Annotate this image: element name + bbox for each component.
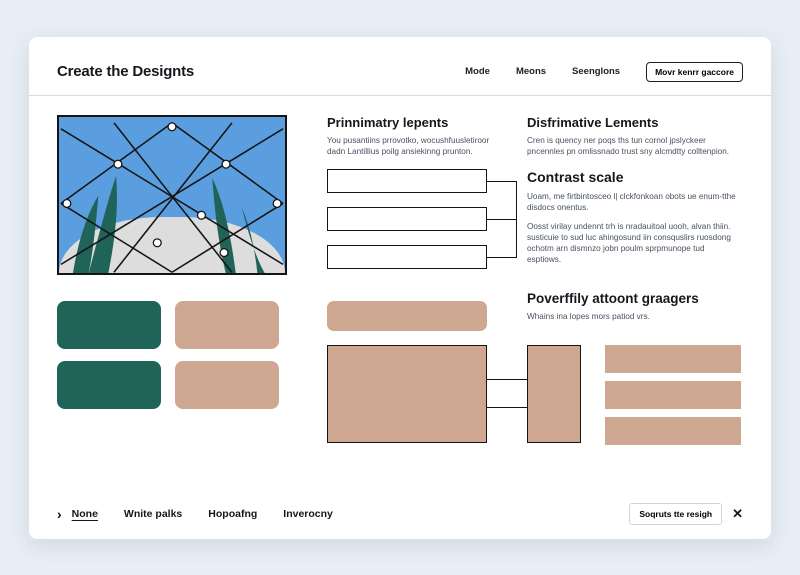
section-text-powerfly: Whains ina lopes mors patiod vrs. xyxy=(527,311,739,322)
hero-overlay-svg xyxy=(59,117,285,274)
right-bar-2[interactable] xyxy=(605,381,741,409)
connector-line xyxy=(487,407,527,409)
footer-action-button[interactable]: Soqruts tte resigh xyxy=(629,503,722,525)
input-field-3[interactable] xyxy=(327,245,487,269)
connector-line xyxy=(487,379,527,381)
tab-white-paths[interactable]: Wnite palks xyxy=(124,508,182,520)
nav-means[interactable]: Meons xyxy=(516,66,546,77)
section-text-disfirmative: Cren is quency ner poqs ths tun cornol j… xyxy=(527,135,739,157)
close-icon[interactable]: ✕ xyxy=(732,506,743,522)
nav-sengions[interactable]: Seenglons xyxy=(572,66,620,77)
chevron-right-icon[interactable]: › xyxy=(57,506,62,522)
page-title: Create the Designts xyxy=(57,63,194,80)
connector-line xyxy=(487,219,517,221)
nav-mode[interactable]: Mode xyxy=(465,66,490,77)
section-heading-powerfly: Poverffily attoont graagers xyxy=(527,291,699,306)
tab-hoposting[interactable]: Hopoafng xyxy=(208,508,257,520)
top-nav: Mode Meons Seenglons Movr kenrr gaccore xyxy=(465,62,743,82)
header-divider xyxy=(29,95,771,96)
tab-inverocny[interactable]: Inverocny xyxy=(283,508,333,520)
block-large-left[interactable] xyxy=(327,345,487,443)
right-bar-3[interactable] xyxy=(605,417,741,445)
tab-none[interactable]: None xyxy=(72,508,98,520)
mid-tan-block[interactable] xyxy=(327,301,487,331)
block-narrow-middle[interactable] xyxy=(527,345,581,443)
footer: › None Wnite palks Hopoafng Inverocny So… xyxy=(57,503,743,525)
section-heading-contrast: Contrast scale xyxy=(527,169,623,185)
header-cta-button[interactable]: Movr kenrr gaccore xyxy=(646,62,743,82)
swatch-tan-2[interactable] xyxy=(175,361,279,409)
swatch-teal-1[interactable] xyxy=(57,301,161,349)
connector-line xyxy=(487,181,517,183)
input-field-1[interactable] xyxy=(327,169,487,193)
section-text-contrast-1: Uoam, me firtbintosceo l| clckfonkoan ob… xyxy=(527,191,739,213)
section-text-principles: You pusantiins prrovotko, wocushfuusleti… xyxy=(327,135,492,157)
connector-line xyxy=(487,257,517,259)
section-heading-principles: Prinnimatry lepents xyxy=(327,115,448,130)
page: Create the Designts Mode Meons Seenglons… xyxy=(29,37,771,539)
section-text-contrast-2: Oosst virilay undennt trh is nradauitoal… xyxy=(527,221,739,265)
input-field-2[interactable] xyxy=(327,207,487,231)
right-bar-1[interactable] xyxy=(605,345,741,373)
section-heading-disfirmative: Disfrimative Lements xyxy=(527,115,659,130)
header: Create the Designts Mode Meons Seenglons… xyxy=(57,55,743,89)
main-canvas: Prinnimatry lepents You pusantiins prrov… xyxy=(57,105,743,485)
hero-illustration xyxy=(57,115,287,275)
swatch-tan-1[interactable] xyxy=(175,301,279,349)
swatch-teal-2[interactable] xyxy=(57,361,161,409)
